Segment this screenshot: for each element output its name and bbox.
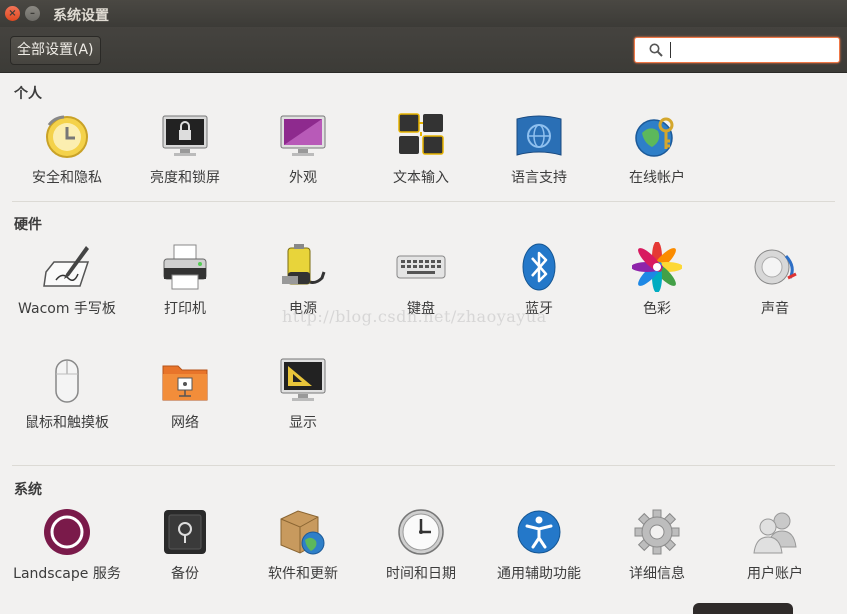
- item-backup[interactable]: 备份: [126, 507, 244, 584]
- section-title-personal: 个人: [14, 86, 42, 102]
- item-color[interactable]: 色彩: [598, 242, 716, 319]
- item-wacom-tablet[interactable]: Wacom 手写板: [8, 242, 126, 319]
- item-label: 软件和更新: [268, 566, 338, 582]
- section-title-hardware: 硬件: [14, 217, 42, 233]
- item-printer[interactable]: 打印机: [126, 242, 244, 319]
- item-mouse-touchpad[interactable]: 鼠标和触摸板: [8, 356, 126, 433]
- section-divider: [12, 465, 835, 466]
- accessibility-icon: [517, 510, 561, 554]
- item-landscape-service[interactable]: Landscape 服务: [8, 507, 126, 584]
- item-label: 色彩: [643, 301, 671, 317]
- all-settings-button[interactable]: 全部设置(A): [10, 36, 101, 65]
- brightness-lock-icon: [162, 115, 208, 156]
- search-input[interactable]: [634, 37, 840, 63]
- item-time-date[interactable]: 时间和日期: [362, 507, 480, 584]
- item-text-input[interactable]: 文本输入: [362, 111, 480, 188]
- keyboard-icon: [396, 255, 446, 279]
- item-language-support[interactable]: 语言支持: [480, 111, 598, 188]
- item-label: 网络: [171, 415, 199, 431]
- item-user-accounts[interactable]: 用户账户: [716, 507, 834, 584]
- window-title: 系统设置: [53, 8, 109, 24]
- item-universal-access[interactable]: 通用辅助功能: [480, 507, 598, 584]
- keyboard-keys-icon: [398, 113, 444, 155]
- security-privacy-icon: [46, 115, 88, 158]
- toolbar: 全部设置(A): [0, 27, 847, 73]
- watermark: http://blog.csdn.net/zhaoyayua: [282, 307, 547, 326]
- wacom-tablet-icon: [43, 246, 90, 287]
- item-label: 鼠标和触摸板: [25, 415, 109, 431]
- color-wheel-icon: [632, 242, 682, 292]
- item-security-privacy[interactable]: 安全和隐私: [8, 111, 126, 188]
- item-label: 时间和日期: [386, 566, 456, 582]
- safe-icon: [164, 510, 206, 554]
- gear-icon: [634, 509, 680, 555]
- item-online-accounts[interactable]: 在线帐户: [598, 111, 716, 188]
- item-display[interactable]: 显示: [244, 356, 362, 433]
- title-bar: × – 系统设置: [0, 0, 847, 27]
- item-label: 详细信息: [629, 566, 685, 582]
- battery-plug-icon: [282, 244, 326, 285]
- item-label: 显示: [289, 415, 317, 431]
- online-accounts-icon: [635, 117, 674, 157]
- item-label: 打印机: [164, 301, 206, 317]
- close-button[interactable]: ×: [5, 6, 20, 21]
- item-label: 在线帐户: [629, 170, 685, 186]
- item-label: 文本输入: [393, 170, 449, 186]
- users-icon: [753, 512, 797, 554]
- item-label: 外观: [289, 170, 317, 186]
- item-label: 通用辅助功能: [497, 566, 581, 582]
- item-label: Wacom 手写板: [18, 301, 116, 317]
- item-sound[interactable]: 声音: [716, 242, 834, 319]
- display-icon: [280, 358, 326, 401]
- minimize-button[interactable]: –: [25, 6, 40, 21]
- item-label: 声音: [761, 301, 789, 317]
- item-label: 安全和隐私: [32, 170, 102, 186]
- settings-panel: 个人 安全和隐私 亮度和锁屏 外观 文本输入 语言支持 在线帐户 硬件 Waco…: [0, 73, 847, 614]
- section-title-system: 系统: [14, 482, 42, 498]
- appearance-icon: [280, 115, 326, 156]
- item-label: 亮度和锁屏: [150, 170, 220, 186]
- package-globe-icon: [280, 510, 325, 555]
- bluetooth-icon: [522, 243, 556, 291]
- printer-icon: [163, 244, 207, 290]
- mouse-icon: [55, 359, 79, 403]
- item-brightness-lock[interactable]: 亮度和锁屏: [126, 111, 244, 188]
- item-software-updates[interactable]: 软件和更新: [244, 507, 362, 584]
- item-label: 语言支持: [511, 170, 567, 186]
- search-icon: [649, 43, 663, 57]
- item-details[interactable]: 详细信息: [598, 507, 716, 584]
- clock-icon: [398, 509, 444, 555]
- item-appearance[interactable]: 外观: [244, 111, 362, 188]
- item-label: 用户账户: [747, 566, 803, 582]
- text-caret: [670, 42, 671, 58]
- section-divider: [12, 201, 835, 202]
- network-folder-icon: [162, 365, 208, 401]
- speaker-icon: [754, 249, 797, 285]
- language-flag-icon: [516, 115, 562, 156]
- landscape-icon: [44, 509, 90, 555]
- item-label: 备份: [171, 566, 199, 582]
- item-network[interactable]: 网络: [126, 356, 244, 433]
- item-label: Landscape 服务: [13, 566, 121, 582]
- corner-overlay: [693, 603, 793, 614]
